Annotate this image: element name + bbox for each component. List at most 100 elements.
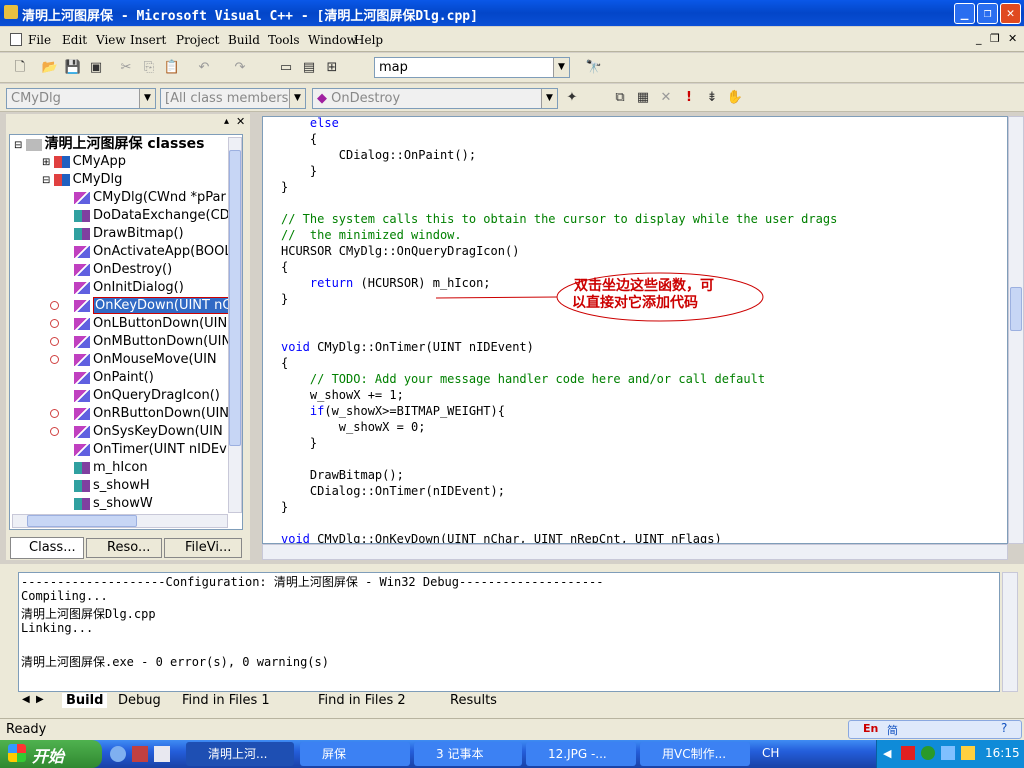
- tab-scroll-left-icon[interactable]: ◀: [22, 694, 30, 705]
- editor-scroll-thumb[interactable]: [1010, 287, 1022, 331]
- task-browser[interactable]: 用VC制作...: [640, 742, 750, 766]
- ime-toolbar[interactable]: En 简 ?: [848, 720, 1022, 739]
- find-in-files-icon[interactable]: 🔭: [584, 58, 604, 78]
- tab-fileview[interactable]: FileVi...: [164, 538, 242, 558]
- tray-volume-icon[interactable]: [961, 746, 975, 760]
- collapse-icon[interactable]: ⊟: [42, 175, 54, 186]
- class-combo[interactable]: CMyDlg ▼: [6, 88, 156, 109]
- quicklaunch-app-icon[interactable]: [132, 746, 148, 762]
- menu-window[interactable]: Window: [308, 33, 357, 47]
- close-button[interactable]: ✕: [1000, 3, 1021, 24]
- mdi-minimize-button[interactable]: _: [976, 32, 982, 45]
- tree-node[interactable]: OnInitDialog(): [74, 279, 184, 297]
- menu-build[interactable]: Build: [228, 33, 260, 47]
- tree-node[interactable]: OnMButtonDown(UIN: [50, 333, 231, 351]
- tree-node[interactable]: OnPaint(): [74, 369, 154, 387]
- paste-icon[interactable]: 📋: [162, 58, 182, 78]
- tree-node[interactable]: OnSysKeyDown(UIN: [50, 423, 223, 441]
- task-notepad[interactable]: 3 记事本: [414, 742, 522, 766]
- tree-node[interactable]: OnRButtonDown(UIN: [50, 405, 229, 423]
- chevron-down-icon[interactable]: ▼: [289, 89, 305, 108]
- tree-node[interactable]: OnActivateApp(BOOL: [74, 243, 232, 261]
- tray-shield-icon[interactable]: [921, 746, 935, 760]
- mdi-restore-button[interactable]: ❐: [990, 32, 1000, 45]
- cut-icon[interactable]: ✂: [116, 58, 136, 78]
- help-icon[interactable]: ?: [1001, 721, 1007, 735]
- quicklaunch-desktop-icon[interactable]: [154, 746, 170, 762]
- mdi-close-button[interactable]: ✕: [1008, 32, 1017, 45]
- expand-icon[interactable]: ⊞: [42, 157, 54, 168]
- stop-build-icon[interactable]: ✕: [656, 88, 676, 108]
- menu-file[interactable]: File: [28, 33, 51, 47]
- task-image[interactable]: 12.JPG -...: [526, 742, 636, 766]
- output-icon[interactable]: ▤: [299, 58, 319, 78]
- minimize-button[interactable]: _: [954, 3, 975, 24]
- wizard-action-icon[interactable]: ✦: [562, 88, 582, 108]
- compile-icon[interactable]: ⧉: [610, 88, 630, 108]
- tree-node[interactable]: OnMouseMove(UIN: [50, 351, 217, 369]
- tab-resourceview[interactable]: Reso...: [86, 538, 162, 558]
- tree-node[interactable]: DrawBitmap(): [74, 225, 184, 243]
- tab-scroll-right-icon[interactable]: ▶: [36, 694, 44, 705]
- tree-node[interactable]: OnLButtonDown(UIN: [50, 315, 227, 333]
- redo-icon[interactable]: ↷: [230, 58, 250, 78]
- output-vscroll[interactable]: [1002, 572, 1018, 692]
- tray-antivirus-icon[interactable]: [901, 746, 915, 760]
- tree-node[interactable]: OnKeyDown(UINT nChar, UINT nRepCnt, UINT…: [50, 297, 242, 315]
- workspace-icon[interactable]: ▭: [276, 58, 296, 78]
- tree-node[interactable]: OnQueryDragIcon(): [74, 387, 220, 405]
- tree-node[interactable]: s_showW: [74, 495, 153, 513]
- pane-minimize-icon[interactable]: ▴: [224, 116, 229, 127]
- ime-mode-icon[interactable]: 简: [887, 722, 898, 738]
- tree-vscroll[interactable]: [228, 137, 242, 513]
- menu-edit[interactable]: Edit: [62, 33, 87, 47]
- new-text-file-icon[interactable]: 🗋: [10, 58, 30, 78]
- undo-icon[interactable]: ↶: [194, 58, 214, 78]
- go-icon[interactable]: ⇟: [702, 88, 722, 108]
- task-folder[interactable]: 屏保: [300, 742, 410, 766]
- task-vc[interactable]: 清明上河...: [186, 742, 294, 766]
- tree-node[interactable]: m_hIcon: [74, 459, 148, 477]
- tab-classview[interactable]: Class...: [10, 537, 84, 559]
- ime-en-icon[interactable]: En: [863, 722, 878, 735]
- start-button[interactable]: 开始: [0, 740, 102, 768]
- tab-find-in-files-2[interactable]: Find in Files 2: [318, 693, 406, 708]
- chevron-down-icon[interactable]: ▼: [553, 58, 569, 77]
- tree-node[interactable]: ⊞ CMyApp: [42, 153, 126, 171]
- tree-node[interactable]: OnDestroy(): [74, 261, 172, 279]
- language-indicator[interactable]: CH: [762, 746, 779, 760]
- tab-find-in-files-1[interactable]: Find in Files 1: [182, 693, 270, 708]
- member-combo[interactable]: ◆ OnDestroy ▼: [312, 88, 558, 109]
- copy-icon[interactable]: ⎘: [139, 58, 159, 78]
- chevron-down-icon[interactable]: ▼: [541, 89, 557, 108]
- pane-close-icon[interactable]: ✕: [236, 115, 245, 128]
- breakpoint-hand-icon[interactable]: ✋: [725, 88, 745, 108]
- tab-debug[interactable]: Debug: [118, 693, 161, 708]
- execute-icon[interactable]: !: [679, 88, 699, 108]
- tree-node[interactable]: ⊟ CMyDlg: [42, 171, 122, 189]
- editor-vscroll[interactable]: [1008, 116, 1024, 544]
- chevron-down-icon[interactable]: ▼: [139, 89, 155, 108]
- tree-node[interactable]: s_showH: [74, 477, 150, 495]
- tree-scroll-thumb[interactable]: [229, 150, 241, 446]
- menu-help[interactable]: Help: [354, 33, 383, 47]
- build-icon[interactable]: ▦: [633, 88, 653, 108]
- tray-arrow-icon[interactable]: ◀: [883, 747, 891, 760]
- tree-node[interactable]: OnTimer(UINT nIDEv: [74, 441, 227, 459]
- menu-view[interactable]: View: [96, 33, 126, 47]
- open-icon[interactable]: 📂: [40, 58, 60, 78]
- tree-hscroll-thumb[interactable]: [27, 515, 137, 527]
- tab-results[interactable]: Results: [450, 693, 497, 708]
- tree-root[interactable]: ⊟ 清明上河图屏保 classes: [14, 135, 204, 153]
- menu-insert[interactable]: Insert: [130, 33, 166, 47]
- menu-tools[interactable]: Tools: [268, 33, 300, 47]
- editor-hscroll[interactable]: [262, 544, 1008, 560]
- tab-build[interactable]: Build: [62, 693, 108, 708]
- save-all-icon[interactable]: ▣: [86, 58, 106, 78]
- restore-button[interactable]: ❐: [977, 3, 998, 24]
- filter-combo[interactable]: [All class members] ▼: [160, 88, 306, 109]
- tree-hscroll[interactable]: [12, 514, 228, 528]
- quicklaunch-ie-icon[interactable]: [110, 746, 126, 762]
- save-icon[interactable]: 💾: [63, 58, 83, 78]
- tree-node[interactable]: DoDataExchange(CD: [74, 207, 230, 225]
